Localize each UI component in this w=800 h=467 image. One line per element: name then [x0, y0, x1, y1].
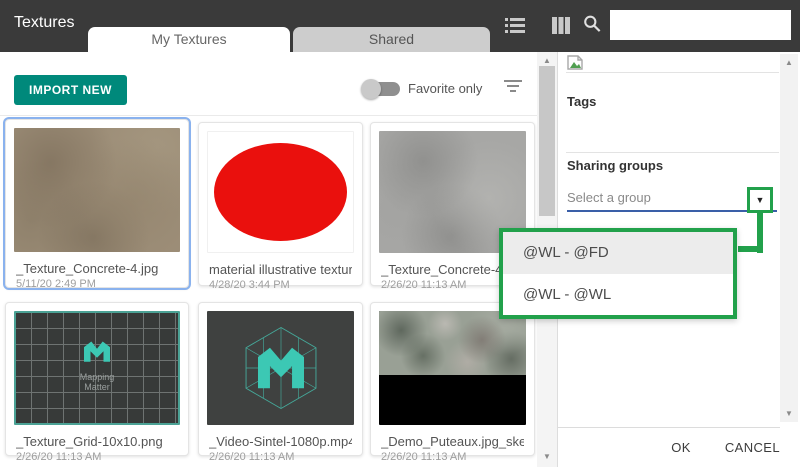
scroll-down-icon[interactable]: ▼: [780, 409, 798, 418]
scroll-up-icon[interactable]: ▲: [780, 58, 798, 67]
list-view-icon[interactable]: [505, 17, 525, 34]
search-input[interactable]: [610, 10, 791, 40]
mapping-matter-logo: Mapping Matter: [16, 339, 178, 392]
texture-card[interactable]: _Demo_Puteaux.jpg_sket... 2/26/20 11:13 …: [370, 302, 535, 456]
broken-image-icon: [567, 55, 583, 70]
favorite-only-label: Favorite only: [408, 81, 482, 96]
texture-thumbnail-iso-cube: [207, 311, 354, 425]
iso-cube-logo: [235, 322, 327, 414]
texture-thumbnail-red-ellipse: [207, 131, 354, 253]
texture-card[interactable]: _Texture_Concrete-4.jpg 5/11/20 2:49 PM: [5, 119, 189, 288]
texture-date: 4/28/20 3:44 PM: [209, 279, 352, 291]
texture-card[interactable]: Mapping Matter _Texture_Grid-10x10.png 2…: [5, 302, 189, 456]
group-select-underline: [567, 210, 777, 212]
texture-date: 2/26/20 11:13 AM: [209, 451, 352, 463]
page-title: Textures: [14, 14, 74, 32]
favorite-only-toggle[interactable]: [364, 82, 400, 96]
group-option[interactable]: @WL - @FD: [503, 232, 733, 274]
tab-my-textures[interactable]: My Textures: [88, 27, 290, 52]
cancel-button[interactable]: CANCEL: [725, 440, 780, 455]
watermark-line: Mapping: [16, 372, 178, 382]
texture-card[interactable]: _Video-Sintel-1080p.mp4 2/26/20 11:13 AM: [198, 302, 363, 456]
texture-filename: _Demo_Puteaux.jpg_sket...: [381, 434, 524, 449]
texture-thumbnail-aerial: [379, 311, 526, 425]
tags-header: Tags: [567, 94, 596, 109]
watermark-line: Matter: [16, 382, 178, 392]
texture-card[interactable]: material illustrative textur... 4/28/20 …: [198, 122, 363, 286]
texture-thumbnail-grid: Mapping Matter: [14, 311, 180, 425]
group-dropdown-list: @WL - @FD @WL - @WL: [499, 228, 737, 319]
red-ellipse-shape: [214, 143, 347, 241]
group-select-arrow-icon[interactable]: ▼: [747, 187, 773, 213]
group-select-placeholder[interactable]: Select a group: [567, 190, 651, 205]
tab-shared[interactable]: Shared: [293, 27, 490, 52]
toolbar-divider: [0, 115, 537, 116]
search-icon: [582, 15, 602, 32]
panel-divider: [566, 152, 779, 153]
top-bar: Textures My Textures Shared: [0, 0, 800, 52]
texture-filename: _Video-Sintel-1080p.mp4: [209, 434, 352, 449]
grid-view-icon[interactable]: [552, 17, 570, 34]
texture-thumbnail-concrete-tan: [14, 128, 180, 252]
scrollbar-thumb[interactable]: [539, 66, 555, 216]
texture-date: 2/26/20 11:13 AM: [381, 451, 524, 463]
panel-divider: [558, 427, 780, 428]
texture-filename: _Texture_Concrete-4.jpg: [16, 261, 178, 276]
scroll-down-icon[interactable]: ▼: [537, 452, 557, 461]
highlight-connector: [738, 246, 763, 252]
filter-icon[interactable]: [504, 80, 522, 94]
textures-window: Textures My Textures Shared IMPORT NEW F…: [0, 0, 800, 467]
import-new-button[interactable]: IMPORT NEW: [14, 75, 127, 105]
texture-date: 2/26/20 11:13 AM: [16, 451, 178, 463]
panel-divider: [566, 72, 779, 73]
scroll-up-icon[interactable]: ▲: [537, 56, 557, 65]
panel-scrollbar[interactable]: ▲ ▼: [780, 54, 798, 422]
sharing-groups-header: Sharing groups: [567, 158, 663, 173]
texture-date: 5/11/20 2:49 PM: [16, 278, 178, 290]
ok-button[interactable]: OK: [671, 440, 691, 455]
texture-filename: _Texture_Grid-10x10.png: [16, 434, 178, 449]
aerial-photo-region: [379, 311, 526, 375]
group-option[interactable]: @WL - @WL: [503, 274, 733, 316]
texture-filename: material illustrative textur...: [209, 262, 352, 277]
